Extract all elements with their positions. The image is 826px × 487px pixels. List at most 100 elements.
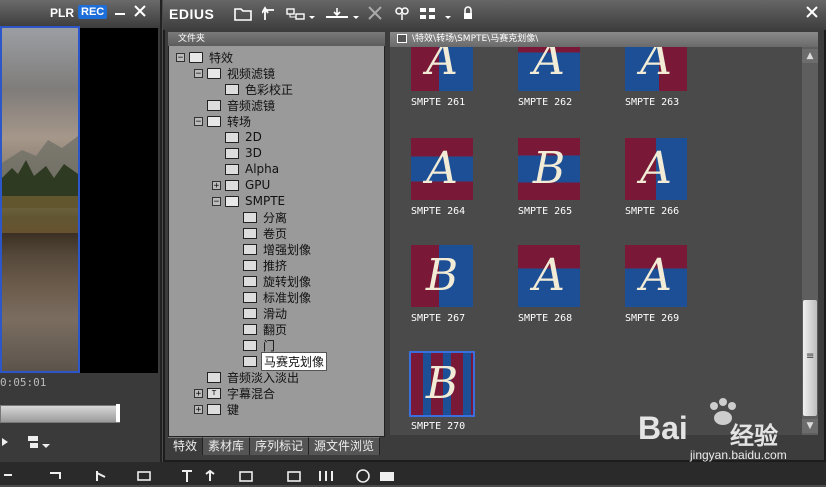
effect-tile[interactable]: B SMPTE 270 — [409, 351, 475, 432]
tree-node-label: 推挤 — [263, 258, 288, 273]
tree-node-label: 色彩校正 — [245, 82, 294, 97]
effect-grid: A SMPTE 261 A SMPTE 262 A SMPTE 263 A SMPTE 264… — [390, 47, 802, 435]
effect-tile[interactable]: A SMPTE 266 — [625, 138, 687, 217]
effect-thumbnail: A — [411, 47, 473, 91]
collapse-icon[interactable]: − — [194, 68, 203, 78]
effect-tile[interactable]: A SMPTE 269 — [625, 245, 687, 324]
rec-badge[interactable]: REC — [78, 5, 108, 19]
tree-node[interactable]: − SMPTE — [212, 193, 287, 209]
plr-label[interactable]: PLR — [50, 6, 74, 20]
effect-tile[interactable]: B SMPTE 267 — [411, 245, 473, 324]
scroll-down-icon[interactable]: ▼ — [802, 419, 818, 433]
tree-node-label: 翻页 — [263, 322, 288, 337]
effect-tile[interactable]: A SMPTE 261 — [411, 47, 473, 108]
effect-icon — [243, 259, 257, 271]
tree-node[interactable]: + 键 — [194, 401, 241, 417]
tree-node[interactable]: + T 字幕混合 — [194, 385, 277, 401]
effect-icon — [225, 83, 239, 95]
folder-open-icon — [207, 67, 221, 79]
effect-thumbnail: B — [411, 245, 473, 307]
tree-node[interactable]: 标准划像 — [230, 289, 313, 305]
scroll-up-icon[interactable]: ▲ — [802, 49, 818, 63]
tree-node-label: 转场 — [227, 114, 252, 129]
effect-tile[interactable]: A SMPTE 268 — [518, 245, 580, 324]
tab-2[interactable]: 序列标记 — [250, 437, 310, 455]
close-icon[interactable] — [805, 5, 819, 23]
effect-caption: SMPTE 265 — [518, 206, 573, 217]
folder-icon — [397, 34, 407, 43]
effect-tile[interactable]: A SMPTE 263 — [625, 47, 687, 108]
collapse-icon[interactable]: − — [212, 196, 221, 206]
expand-icon[interactable]: + — [212, 180, 221, 190]
video-black-area — [80, 28, 158, 373]
properties-icon[interactable] — [393, 6, 411, 24]
effect-icon — [207, 403, 221, 415]
tree-node[interactable]: 增强划像 — [230, 241, 313, 257]
effect-caption: SMPTE 269 — [625, 313, 680, 324]
tree-node[interactable]: 色彩校正 — [212, 81, 295, 97]
effect-icon — [225, 179, 239, 191]
tree-node[interactable]: 3D — [212, 145, 264, 161]
minimize-icon[interactable] — [113, 4, 127, 18]
close-icon[interactable] — [133, 4, 147, 21]
thumbnail-letter: A — [640, 143, 672, 194]
tab-0[interactable]: 特效 — [168, 437, 204, 455]
delete-icon[interactable] — [367, 6, 383, 24]
tree-node[interactable]: 推挤 — [230, 257, 289, 273]
tree-node[interactable]: + GPU — [212, 177, 272, 193]
expand-icon[interactable]: + — [194, 388, 203, 398]
player-progress-bar[interactable] — [0, 405, 120, 423]
tree-node[interactable]: − 视频滤镜 — [194, 65, 277, 81]
effect-thumbnail: A — [625, 47, 687, 91]
progress-knob[interactable] — [116, 404, 120, 422]
effect-caption: SMPTE 267 — [411, 313, 466, 324]
thumbnail-letter: B — [425, 358, 459, 409]
effect-icon — [243, 211, 257, 223]
tree-node-label: GPU — [245, 178, 271, 192]
title-icon: T — [207, 387, 221, 399]
folder-icon[interactable] — [234, 6, 252, 24]
tree-node[interactable]: 音频滤镜 — [194, 97, 277, 113]
effect-tile[interactable]: A SMPTE 264 — [411, 138, 473, 217]
tree-node[interactable]: − 特效 — [176, 49, 235, 65]
thumbnail-letter: A — [533, 250, 565, 301]
tree-node[interactable]: 2D — [212, 129, 264, 145]
player-controls[interactable] — [0, 432, 60, 456]
effect-thumbnail: B — [409, 351, 475, 417]
folder-open-icon — [207, 115, 221, 127]
tree-node-label: Alpha — [245, 162, 280, 176]
tree-node[interactable]: − 转场 — [194, 113, 253, 129]
tree-node-label: 3D — [245, 146, 262, 160]
watermark-url: jingyan.baidu.com — [690, 448, 787, 462]
view-mode-icon[interactable] — [418, 6, 454, 24]
tree-node[interactable]: 旋转划像 — [230, 273, 313, 289]
tree-node-label: 视频滤镜 — [227, 66, 276, 81]
effect-icon — [243, 275, 257, 287]
effect-tile[interactable]: A SMPTE 262 — [518, 47, 580, 108]
tab-1[interactable]: 素材库 — [203, 437, 251, 455]
tree-node[interactable]: 分离 — [230, 209, 289, 225]
effect-thumbnail: A — [625, 138, 687, 200]
tree-node[interactable]: 马赛克划像 — [230, 351, 328, 371]
tree-node[interactable]: 音频淡入淡出 — [194, 369, 301, 385]
tree-node[interactable]: 翻页 — [230, 321, 289, 337]
collapse-icon[interactable]: − — [176, 52, 185, 62]
tree-node[interactable]: 卷页 — [230, 225, 289, 241]
timeline-tools-icon[interactable] — [180, 469, 400, 487]
tree-node[interactable]: 滑动 — [230, 305, 289, 321]
thumbnail-letter: A — [426, 47, 458, 85]
up-arrow-icon[interactable] — [261, 6, 276, 24]
tree-node[interactable]: Alpha — [212, 161, 281, 177]
expand-icon[interactable]: + — [194, 404, 203, 414]
tree-node-label: SMPTE — [245, 194, 286, 208]
tab-3[interactable]: 源文件浏览 — [309, 437, 381, 455]
effect-icon — [225, 163, 239, 175]
lock-icon[interactable] — [462, 6, 474, 24]
timeline-tool-icon[interactable] — [2, 469, 152, 487]
effect-thumbnail: A — [518, 245, 580, 307]
effect-tile[interactable]: B SMPTE 265 — [518, 138, 580, 217]
tree-view-icon[interactable] — [285, 6, 315, 24]
add-effect-icon[interactable] — [324, 6, 360, 24]
collapse-icon[interactable]: − — [194, 116, 203, 126]
effect-caption: SMPTE 266 — [625, 206, 680, 217]
